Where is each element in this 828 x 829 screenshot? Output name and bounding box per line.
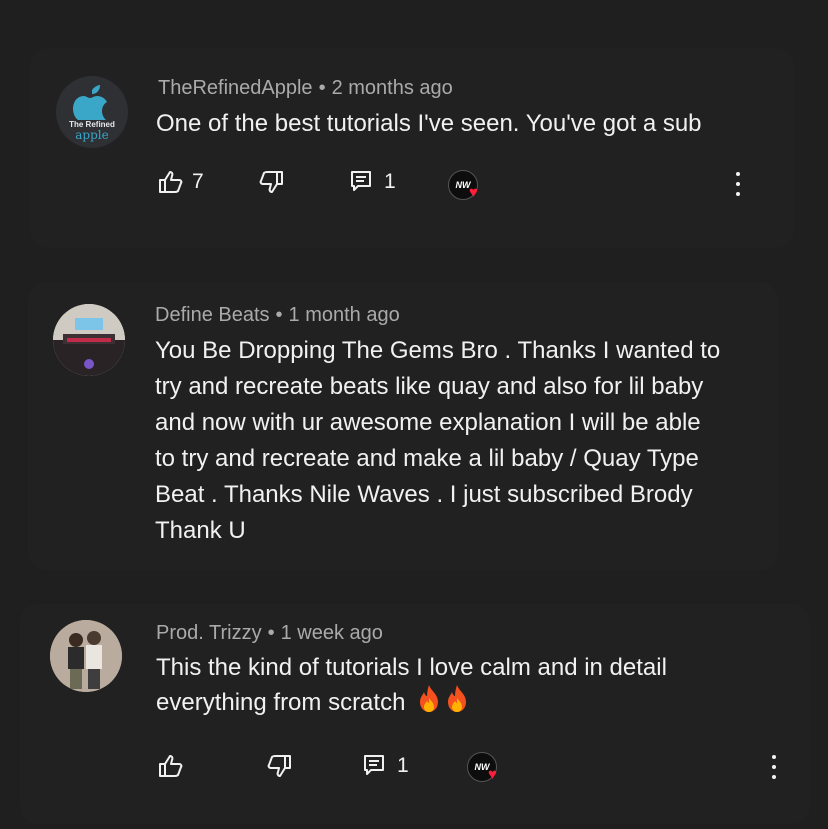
comment-card: Prod. Trizzy • 1 week ago This the kind of… (20, 604, 810, 824)
comment-line: and now with ur awesome explanation I wi… (155, 409, 701, 436)
fire-emoji-icon (448, 685, 467, 712)
avatar[interactable] (50, 620, 122, 692)
like-count: 7 (192, 170, 204, 193)
comment-meta: TheRefinedApple • 2 months ago (158, 77, 453, 100)
comment-text: You Be Dropping The Gems Bro . Thanks I … (155, 333, 720, 549)
comment-card: Define Beats • 1 month ago You Be Dropping… (28, 282, 778, 570)
fire-emoji-icon (420, 685, 439, 712)
people-photo-icon (50, 620, 122, 692)
dislike-button[interactable] (258, 170, 284, 194)
avatar-brand-line2: apple (75, 128, 109, 142)
comment-time[interactable]: 2 months ago (332, 77, 453, 99)
reply-button[interactable]: 1 (350, 170, 396, 194)
heart-icon: ♥ (488, 766, 497, 783)
comment-time[interactable]: 1 week ago (281, 622, 383, 644)
comment-line: Beat . Thanks Nile Waves . I just subscr… (155, 481, 693, 508)
comment-line: Thank U (155, 517, 246, 544)
meta-separator: • (318, 77, 326, 99)
meta-separator: • (275, 304, 283, 326)
studio-photo-icon (53, 304, 125, 376)
comment-meta: Define Beats • 1 month ago (155, 304, 400, 327)
avatar[interactable] (53, 304, 125, 376)
avatar[interactable]: The Refined apple (56, 76, 128, 148)
author-name[interactable]: Define Beats (155, 304, 270, 326)
comment-line: to try and recreate and make a lil baby … (155, 445, 699, 472)
comment-time[interactable]: 1 month ago (289, 304, 400, 326)
comment-line: This the kind of tutorials I love calm a… (156, 654, 667, 681)
author-name[interactable]: TheRefinedApple (158, 77, 313, 99)
heart-icon: ♥ (469, 184, 478, 201)
comment-card: The Refined apple TheRefinedApple • 2 mont… (30, 48, 794, 248)
like-button[interactable]: 7 (158, 170, 204, 194)
reply-count: 1 (384, 170, 396, 193)
more-options-icon[interactable] (771, 755, 777, 779)
dislike-button[interactable] (266, 754, 292, 778)
comment-line: You Be Dropping The Gems Bro . Thanks I … (155, 337, 721, 364)
more-options-icon[interactable] (735, 172, 741, 196)
like-button[interactable] (158, 754, 184, 778)
comment-line-text: everything from scratch (156, 689, 406, 716)
comment-icon (351, 171, 371, 191)
comment-text: One of the best tutorials I've seen. You… (156, 110, 702, 137)
meta-separator: • (267, 622, 275, 644)
thumb-down-icon (259, 171, 283, 193)
thumb-down-icon (267, 755, 291, 777)
reply-button[interactable]: 1 (363, 754, 409, 778)
comment-meta: Prod. Trizzy • 1 week ago (156, 622, 383, 645)
author-name[interactable]: Prod. Trizzy (156, 622, 262, 644)
comment-text: This the kind of tutorials I love calm a… (156, 652, 667, 719)
comment-line: everything from scratch (156, 684, 667, 719)
thumb-up-icon (159, 755, 183, 777)
comment-line: try and recreate beats like quay and als… (155, 373, 704, 400)
reply-count: 1 (397, 754, 409, 777)
comment-icon (364, 755, 384, 775)
thumb-up-icon (159, 171, 183, 193)
